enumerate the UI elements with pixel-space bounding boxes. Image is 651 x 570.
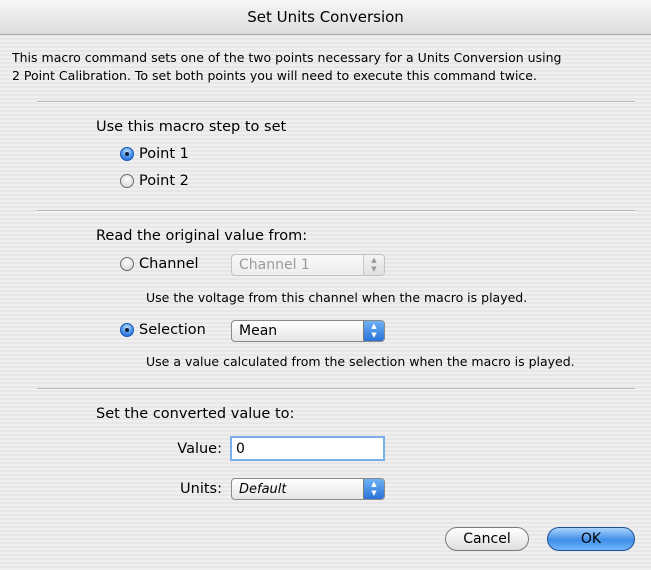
radio-unselected-icon [120,257,134,271]
value-label: Value: [177,441,222,457]
selection-radio[interactable]: Selection [120,322,206,338]
intro-line-1: This macro command sets one of the two p… [12,50,562,65]
selection-hint: Use a value calculated from the selectio… [146,354,575,369]
updown-arrows-icon: ▲ ▼ [363,479,384,499]
point1-label: Point 1 [139,146,189,162]
selection-label: Selection [139,322,206,338]
channel-radio[interactable]: Channel [120,256,199,272]
units-popup-value: Default [239,482,287,497]
radio-selected-icon [120,147,134,161]
window-title: Set Units Conversion [0,0,651,35]
updown-arrows-icon: ▲ ▼ [363,321,384,341]
channel-hint: Use the voltage from this channel when t… [146,290,528,305]
converted-heading: Set the converted value to: [96,406,295,422]
source-heading: Read the original value from: [96,228,308,244]
cancel-button[interactable]: Cancel [445,527,529,551]
divider [37,388,635,390]
radio-unselected-icon [120,174,134,188]
radio-selected-icon [120,323,134,337]
channel-popup[interactable]: Channel 1 ▲ ▼ [231,254,385,276]
ok-button[interactable]: OK [547,527,635,551]
selection-popup[interactable]: Mean ▲ ▼ [231,320,385,342]
step-heading: Use this macro step to set [96,119,287,135]
point2-label: Point 2 [139,173,189,189]
channel-label: Channel [139,256,199,272]
dialog-window: Set Units Conversion This macro command … [0,0,651,570]
updown-arrows-icon: ▲ ▼ [363,255,384,275]
intro-line-2: 2 Point Calibration. To set both points … [12,68,537,83]
divider [37,210,635,212]
divider [37,101,635,103]
units-popup[interactable]: Default ▲ ▼ [231,478,385,500]
point1-radio[interactable]: Point 1 [120,146,189,162]
point2-radio[interactable]: Point 2 [120,173,189,189]
value-input[interactable] [230,436,385,461]
units-label: Units: [180,481,222,497]
selection-popup-value: Mean [239,323,278,339]
intro-text: This macro command sets one of the two p… [12,49,642,85]
channel-popup-value: Channel 1 [239,257,310,273]
